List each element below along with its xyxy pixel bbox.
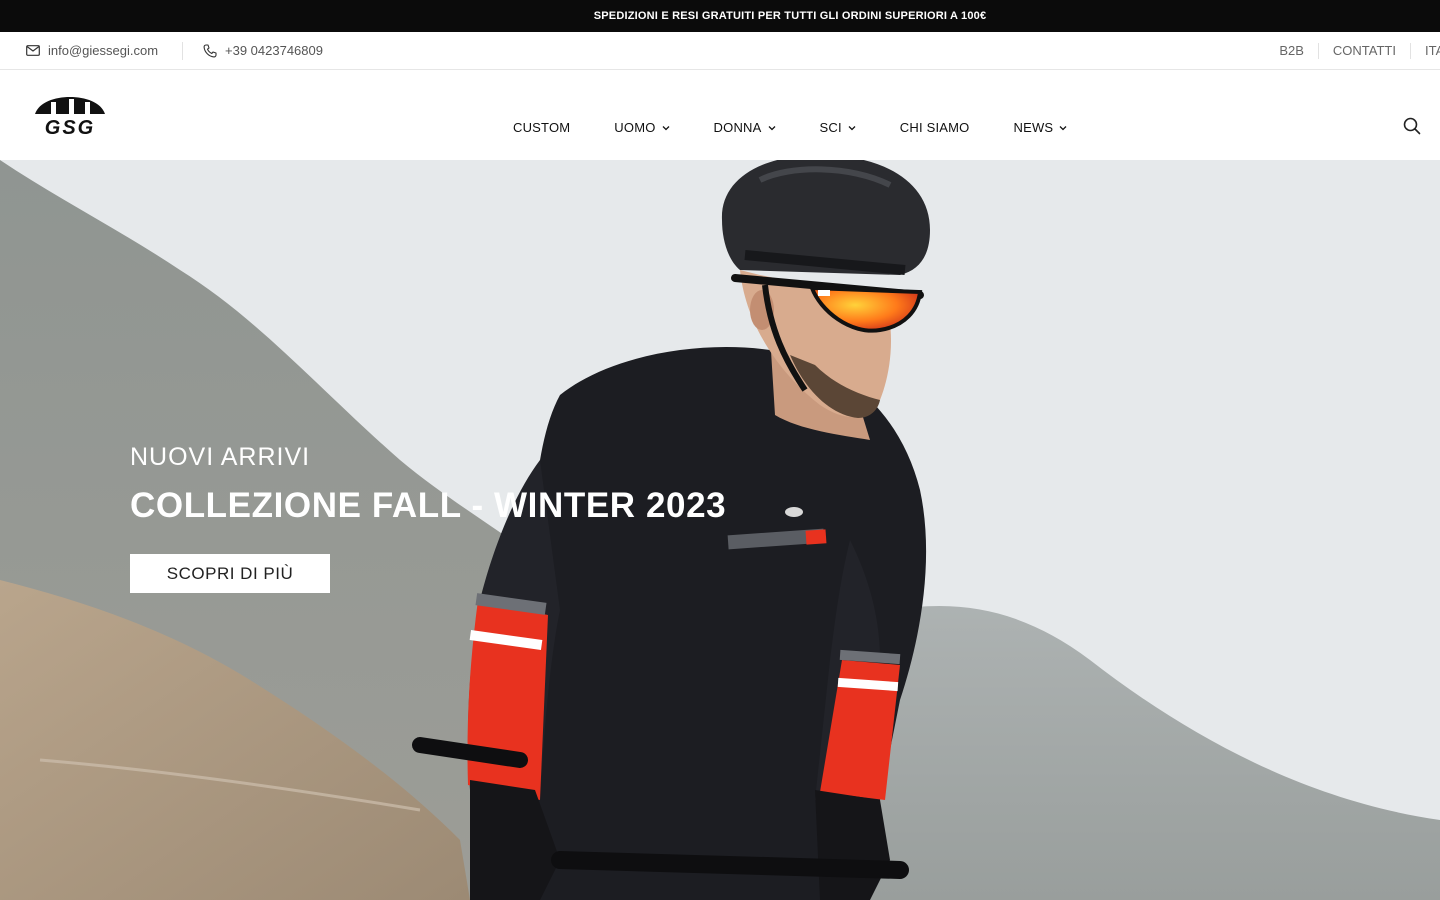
utility-links: B2B CONTATTI ITA <box>1265 32 1440 70</box>
chevron-down-icon <box>662 125 670 130</box>
chevron-down-icon <box>1059 125 1067 130</box>
logo-text: GSG <box>45 117 95 136</box>
promo-text: SPEDIZIONI E RESI GRATUITI PER TUTTI GLI… <box>593 10 987 22</box>
nav-label: NEWS <box>1013 120 1054 135</box>
nav-label: DONNA <box>713 120 762 135</box>
hero-banner: NUOVI ARRIVI COLLEZIONE FALL - WINTER 20… <box>0 160 1440 900</box>
nav-label: CUSTOM <box>513 120 571 135</box>
main-nav: CUSTOM UOMO DONNA SCI CHI SIAMO NEWS <box>513 120 1111 135</box>
contact-divider <box>182 42 183 60</box>
chevron-down-icon <box>768 125 775 130</box>
nav-donna[interactable]: DONNA <box>714 120 776 135</box>
hero-content: NUOVI ARRIVI COLLEZIONE FALL - WINTER 20… <box>130 443 726 593</box>
phone-icon <box>203 43 217 58</box>
contacts-link[interactable]: CONTATTI <box>1317 43 1410 59</box>
nav-custom[interactable]: CUSTOM <box>513 120 570 135</box>
email-link[interactable]: info@giessegi.com <box>26 43 158 58</box>
hero-kicker: NUOVI ARRIVI <box>130 443 311 471</box>
search-button[interactable] <box>1403 117 1421 135</box>
language-selector[interactable]: ITA <box>1410 43 1440 59</box>
nav-label: CHI SIAMO <box>899 120 970 135</box>
mail-icon <box>26 45 40 56</box>
gsg-logo[interactable]: GSG <box>25 96 115 139</box>
email-text: info@giessegi.com <box>48 43 159 58</box>
nav-label: SCI <box>819 120 842 135</box>
phone-link[interactable]: +39 0423746809 <box>203 43 323 58</box>
nav-chi-siamo[interactable]: CHI SIAMO <box>900 120 970 135</box>
discover-more-button[interactable]: SCOPRI DI PIÙ <box>130 554 330 593</box>
nav-uomo[interactable]: UOMO <box>614 120 670 135</box>
promo-bar: SPEDIZIONI E RESI GRATUITI PER TUTTI GLI… <box>0 0 1440 32</box>
chevron-down-icon <box>848 125 856 130</box>
search-icon <box>1403 117 1421 135</box>
phone-text: +39 0423746809 <box>225 43 323 58</box>
main-header: GSG CUSTOM UOMO DONNA SCI CHI SIAMO NEWS <box>0 70 1440 160</box>
contact-bar: info@giessegi.com +39 0423746809 B2B CON… <box>0 32 1440 70</box>
nav-news[interactable]: NEWS <box>1013 120 1067 135</box>
nav-sci[interactable]: SCI <box>820 120 856 135</box>
b2b-link[interactable]: B2B <box>1265 43 1318 59</box>
hero-title: COLLEZIONE FALL - WINTER 2023 <box>130 486 727 525</box>
nav-label: UOMO <box>614 120 656 135</box>
